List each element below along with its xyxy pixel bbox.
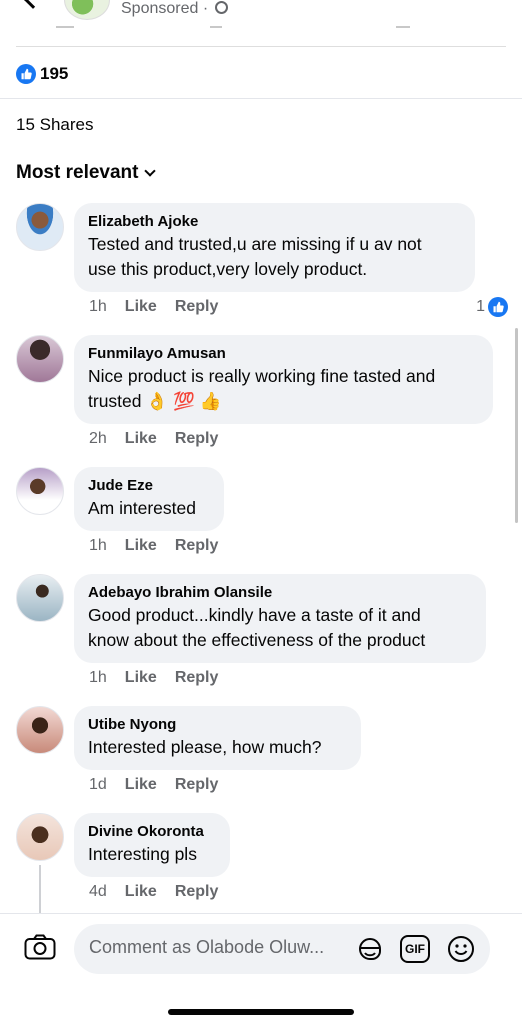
emoji-icon[interactable] [446,934,476,964]
comment-action-icon[interactable] [210,26,222,36]
comment-bubble[interactable]: Divine Okoronta Interesting pls [74,813,230,877]
comment-time: 1h [89,298,107,315]
avatar[interactable] [16,335,64,383]
share-action-icon[interactable] [396,26,410,36]
sticker-icon[interactable] [356,935,384,963]
reply-button[interactable]: Reply [175,883,219,901]
reply-button[interactable]: Reply [175,776,219,794]
chevron-down-icon [144,165,157,177]
comment-actions: 1h Like Reply [89,298,218,316]
like-button[interactable]: Like [125,430,157,448]
comment-text: Interesting pls [88,844,197,864]
comment-actions: 1h Like Reply [89,537,218,555]
comment-bubble[interactable]: Jude Eze Am interested [74,467,224,531]
avatar[interactable] [16,706,64,754]
reply-button[interactable]: Reply [175,669,219,687]
commenter-name[interactable]: Jude Eze [88,476,210,496]
comment-text: know about the effectiveness of the prod… [88,630,426,650]
divider [0,98,522,99]
like-button[interactable]: Like [125,776,157,794]
comment-time: 4d [89,883,107,900]
comment-actions: 4d Like Reply [89,883,218,901]
commenter-name[interactable]: Adebayo Ibrahim Olansile [88,583,472,603]
comment-text: Nice product is really working fine tast… [88,366,436,386]
sponsored-label: Sponsored · [121,0,228,18]
comment-text: Tested and trusted,u are missing if u av… [88,234,422,254]
avatar[interactable] [16,203,64,251]
comment-text: Interested please, how much? [88,737,322,757]
comment-reactions[interactable]: 1 [476,297,508,317]
like-action-icon[interactable] [56,26,74,36]
comment-bubble[interactable]: Funmilayo Amusan Nice product is really … [74,335,493,424]
comment-actions: 1d Like Reply [89,776,218,794]
comment-text: Good product...kindly have a taste of it… [88,605,421,625]
camera-icon[interactable] [24,934,56,960]
post-header: Sponsored · [0,0,522,44]
gif-icon[interactable]: GIF [400,935,430,963]
reactions-summary[interactable]: 195 [16,64,68,84]
comment-bubble[interactable]: Utibe Nyong Interested please, how much? [74,706,361,770]
like-button[interactable]: Like [125,669,157,687]
comment-actions: 2h Like Reply [89,430,218,448]
commenter-name[interactable]: Funmilayo Amusan [88,344,479,364]
globe-icon [214,1,228,14]
avatar[interactable] [16,813,64,861]
avatar[interactable] [16,467,64,515]
comment-bubble[interactable]: Elizabeth Ajoke Tested and trusted,u are… [74,203,475,292]
sort-label: Most relevant [16,162,139,183]
comment-bubble[interactable]: Adebayo Ibrahim Olansile Good product...… [74,574,486,663]
comment-input-placeholder: Comment as Olabode Oluw... [89,937,325,957]
commenter-name[interactable]: Divine Okoronta [88,822,216,842]
commenter-name[interactable]: Elizabeth Ajoke [88,212,461,232]
shares-count[interactable]: 15 Shares [16,115,94,135]
comment-text: use this product,very lovely product. [88,259,368,279]
comment-time: 2h [89,430,107,447]
like-button[interactable]: Like [125,298,157,316]
comment-reaction-count: 1 [476,298,485,315]
reaction-count: 195 [40,64,69,83]
home-indicator[interactable] [168,1009,354,1015]
scrollbar[interactable] [515,328,518,523]
reply-button[interactable]: Reply [175,537,219,555]
like-icon [488,297,508,317]
sort-dropdown[interactable]: Most relevant [16,162,157,184]
comment-time: 1d [89,776,107,793]
like-button[interactable]: Like [125,537,157,555]
comment-time: 1h [89,537,107,554]
comment-time: 1h [89,669,107,686]
comment-text: trusted 👌 💯 👍 [88,391,222,411]
page-avatar[interactable] [64,0,110,20]
back-chevron-icon[interactable] [23,0,43,9]
like-icon [16,64,36,84]
comment-text: Am interested [88,498,196,518]
gif-label: GIF [405,942,425,956]
reply-button[interactable]: Reply [175,298,219,316]
divider [16,46,506,47]
avatar[interactable] [16,574,64,622]
comment-actions: 1h Like Reply [89,669,218,687]
like-button[interactable]: Like [125,883,157,901]
reply-thread-line [39,865,41,920]
comment-input[interactable]: Comment as Olabode Oluw... GIF [74,924,490,974]
commenter-name[interactable]: Utibe Nyong [88,715,347,735]
reply-button[interactable]: Reply [175,430,219,448]
comment-composer: Comment as Olabode Oluw... GIF [0,913,522,1024]
